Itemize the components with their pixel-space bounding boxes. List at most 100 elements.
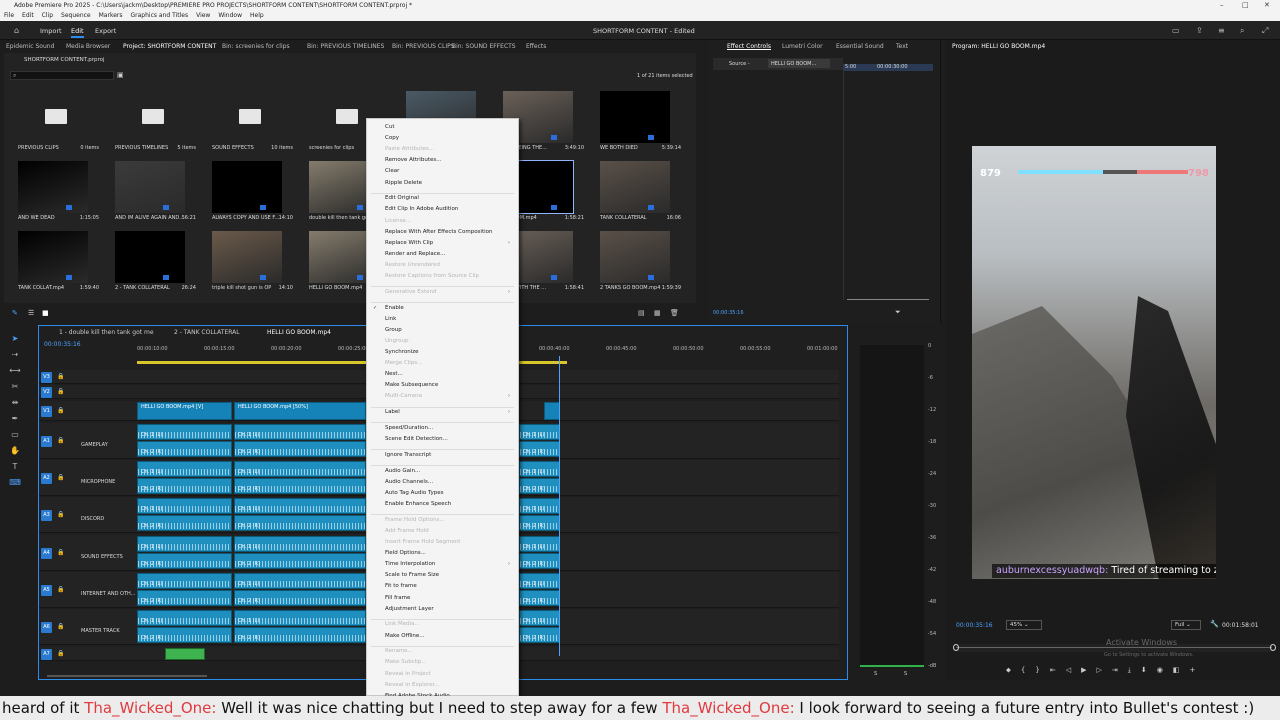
clip-label[interactable]: HELLI GO BOOM... <box>768 59 830 68</box>
step-back-icon[interactable]: ◁ <box>1066 666 1071 676</box>
audio-clip[interactable]: Ch. 1 (L) <box>137 573 232 589</box>
timeline-timecode[interactable]: 00:00:35:16 <box>44 341 81 348</box>
track-id[interactable]: A1 <box>41 435 52 447</box>
project-item[interactable]: AND WE DEAD 1:15:05 <box>8 161 103 227</box>
audio-clip[interactable]: Ch. 2 (R) <box>519 515 560 531</box>
lock-icon[interactable]: 🔒 <box>57 373 64 380</box>
program-title[interactable]: Program: HELLI GO BOOM.mp4 <box>952 43 1045 50</box>
audio-clip[interactable]: Ch. 2 (R) <box>137 478 232 494</box>
tab-text[interactable]: Text <box>896 43 908 50</box>
camera-icon[interactable]: ◉ <box>1157 666 1163 676</box>
home-icon[interactable]: ⌂ <box>14 26 19 35</box>
context-menu-item[interactable]: Audio Gain... <box>385 468 420 474</box>
program-timecode[interactable]: 00:00:35:16 <box>956 622 993 629</box>
playhead[interactable] <box>559 356 560 656</box>
project-item[interactable]: TANK COLLAT.mp4 1:59:40 <box>8 231 103 297</box>
lock-icon[interactable]: 🔒 <box>57 623 64 630</box>
menu-help[interactable]: Help <box>250 11 264 21</box>
play-icon[interactable]: ▶ <box>1081 666 1086 676</box>
zoom-select[interactable]: 45% ⌄ <box>1006 620 1042 630</box>
lock-icon[interactable]: 🔒 <box>57 474 64 481</box>
context-menu-item[interactable]: Make Subsequence <box>385 382 438 388</box>
track-id[interactable]: A7 <box>41 648 52 660</box>
track-id[interactable]: A4 <box>41 547 52 559</box>
audio-clip[interactable]: Ch. 1 (L) <box>137 610 232 626</box>
audio-clip[interactable]: Ch. 2 (R) <box>234 441 366 457</box>
lock-icon[interactable]: 🔒 <box>57 586 64 593</box>
audio-clip[interactable]: Ch. 1 (L) <box>234 573 366 589</box>
scrubber-handle-right[interactable] <box>1270 644 1276 651</box>
context-menu-item[interactable]: Cut <box>385 124 394 130</box>
menu-sequence[interactable]: Sequence <box>61 11 91 21</box>
audio-clip[interactable]: Ch. 2 (R) <box>234 515 366 531</box>
context-menu-item[interactable]: Ignore Transcript <box>385 452 431 458</box>
pen-tool-icon[interactable]: ✒ <box>9 413 21 425</box>
menu-file[interactable]: File <box>4 11 14 21</box>
icon-view-icon[interactable]: ■ <box>42 309 49 317</box>
project-item[interactable]: ALWAYS COPY AND USE F... 14:10 <box>202 161 297 227</box>
quality-select[interactable]: Full ⌄ <box>1171 620 1201 630</box>
context-menu-item[interactable]: Label <box>385 409 400 415</box>
audio-clip[interactable]: Ch. 1 (L) <box>519 498 560 514</box>
wrench-icon[interactable]: 🔧 <box>1210 620 1219 628</box>
audio-clip[interactable]: Ch. 1 (L) <box>519 424 560 440</box>
track-id[interactable]: A6 <box>41 621 52 633</box>
context-menu-item[interactable]: Replace With Clip <box>385 240 433 246</box>
track-id[interactable]: V3 <box>41 371 52 383</box>
menu-view[interactable]: View <box>196 11 210 21</box>
project-item[interactable]: AND IM ALIVE AGAIN AND... 56:21 <box>105 161 200 227</box>
hand-icon[interactable]: ✋ <box>9 445 21 457</box>
tab-project[interactable]: Project: SHORTFORM CONTENT <box>123 43 216 50</box>
audio-clip[interactable]: Ch. 2 (R) <box>519 590 560 606</box>
context-menu-item[interactable]: Fill frame <box>385 595 410 601</box>
meter-solo-right[interactable]: S <box>904 671 907 677</box>
compare-icon[interactable]: ◧ <box>1173 666 1180 676</box>
context-menu-item[interactable]: Fit to frame <box>385 583 417 589</box>
lock-icon[interactable]: 🔒 <box>57 388 64 395</box>
project-item[interactable]: SOUND EFFECTS 10 items <box>202 91 297 157</box>
context-menu-item[interactable]: Audio Channels... <box>385 479 433 485</box>
video-clip[interactable]: HELLI GO BOOM.mp4 [50%] <box>234 402 366 420</box>
context-menu-item[interactable]: Clear <box>385 168 399 174</box>
trash-icon[interactable]: 🗑 <box>670 309 679 317</box>
type-tool-icon[interactable]: T <box>9 461 21 473</box>
video-clip[interactable]: HELLI GO BOOM.mp4 [V] <box>137 402 232 420</box>
audio-clip[interactable]: Ch. 1 (L) <box>234 536 366 552</box>
close-icon[interactable]: ✕ <box>1264 0 1270 11</box>
track-id[interactable]: A2 <box>41 472 52 484</box>
context-menu-item[interactable]: Auto Tag Audio Types <box>385 490 443 496</box>
track-id[interactable]: A3 <box>41 509 52 521</box>
maximize-icon[interactable]: □ <box>1242 0 1249 11</box>
audio-clip[interactable]: Ch. 1 (L) <box>234 461 366 477</box>
overwrite-icon[interactable]: ⬇ <box>1141 666 1147 676</box>
track-select-icon[interactable]: ⇢ <box>9 349 21 361</box>
tab-import[interactable]: Import <box>40 27 62 35</box>
context-menu-item[interactable]: Enable Enhance Speech <box>385 501 451 507</box>
context-menu-item[interactable]: Scale to Frame Size <box>385 572 439 578</box>
audio-clip[interactable]: Ch. 1 (L) <box>137 498 232 514</box>
audio-clip[interactable]: Ch. 2 (R) <box>137 627 232 643</box>
goto-in-icon[interactable]: ⇤ <box>1050 666 1056 676</box>
fx-scroll-track[interactable] <box>847 299 929 300</box>
razor-icon[interactable]: ✂ <box>9 381 21 393</box>
audio-clip[interactable]: Ch. 2 (R) <box>234 478 366 494</box>
project-item[interactable]: triple kill shot gun is OP 14:10 <box>202 231 297 297</box>
lock-icon[interactable]: 🔒 <box>57 511 64 518</box>
project-item[interactable]: PREVIOUS CLIPS 0 items <box>8 91 103 157</box>
project-item[interactable]: 2 - TANK COLLATERAL 26:24 <box>105 231 200 297</box>
new-item-icon[interactable]: ▦ <box>654 309 661 317</box>
audio-clip[interactable]: Ch. 1 (L) <box>137 424 232 440</box>
menu-window[interactable]: Window <box>218 11 242 21</box>
bin-icon[interactable]: ▤ <box>638 309 645 317</box>
fx-timecode[interactable]: 00:00:35:16 <box>713 310 744 316</box>
insert-icon[interactable]: ⤓ <box>1128 666 1131 676</box>
tab-effect-controls[interactable]: Effect Controls <box>727 43 771 50</box>
out-point-icon[interactable]: } <box>1035 666 1039 676</box>
more-icon[interactable]: + <box>1189 666 1195 676</box>
context-menu-item[interactable]: Render and Replace... <box>385 251 445 257</box>
rectangle-icon[interactable]: ▭ <box>9 429 21 441</box>
search-icon[interactable]: ⌕ <box>1240 26 1244 36</box>
goto-out-icon[interactable]: ⇥ <box>1112 666 1118 676</box>
seq-tab-2[interactable]: 2 - TANK COLLATERAL <box>174 329 240 336</box>
project-item[interactable]: TANK COLLATERAL 16:06 <box>590 161 685 227</box>
